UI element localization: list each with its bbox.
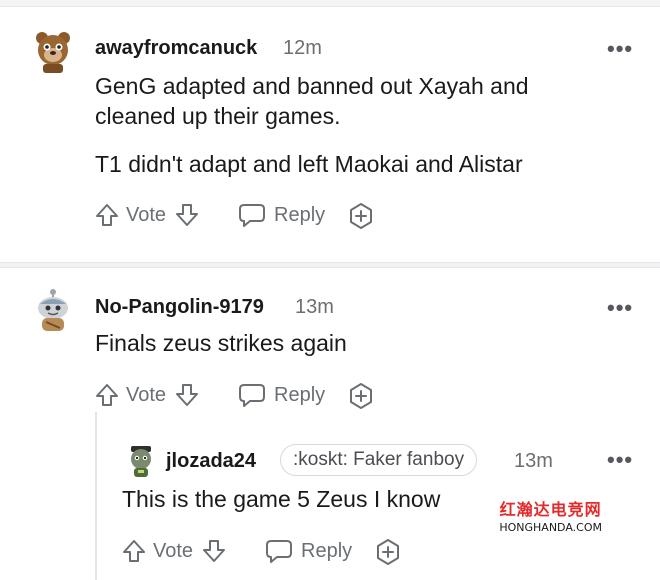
arrow-up-icon[interactable] <box>94 382 120 408</box>
arrow-up-icon[interactable] <box>94 202 120 228</box>
snoo-avatar-icon[interactable] <box>30 286 76 332</box>
speech-bubble-icon <box>239 204 265 227</box>
vote-label: Vote <box>153 539 194 562</box>
reply-button[interactable]: Reply <box>238 382 325 408</box>
plus-award-icon[interactable] <box>374 538 402 566</box>
comment-username[interactable]: jlozada24 <box>166 450 256 473</box>
vote-control: Vote <box>121 538 227 564</box>
plus-award-icon[interactable] <box>347 202 375 230</box>
thread-line[interactable] <box>95 412 97 580</box>
comment-body-paragraph: GenG adapted and banned out Xayah and cl… <box>95 73 529 129</box>
more-options-ellipsis-icon[interactable]: ••• <box>607 295 633 321</box>
arrow-up-icon[interactable] <box>121 538 147 564</box>
watermark: 红瀚达电竞网 HONGHANDA.COM <box>499 496 602 534</box>
speech-bubble-icon <box>266 540 292 563</box>
vote-label: Vote <box>126 203 167 226</box>
reply-label: Reply <box>274 383 326 406</box>
comment-body-paragraph: T1 didn't adapt and left Maokai and Alis… <box>95 151 523 177</box>
vote-control: Vote <box>94 382 200 408</box>
robot-avatar-icon[interactable] <box>124 444 158 478</box>
comment-username[interactable]: awayfromcanuck <box>95 37 257 60</box>
comment-username[interactable]: No-Pangolin-9179 <box>95 296 264 319</box>
comment-timestamp: 12m <box>283 37 322 59</box>
vote-label: Vote <box>126 383 167 406</box>
watermark-chinese-text: 红瀚达电竞网 <box>499 500 602 519</box>
comment-body-paragraph: Finals zeus strikes again <box>95 330 347 356</box>
comment-body-paragraph: This is the game 5 Zeus I know <box>122 486 441 512</box>
top-divider <box>0 0 660 7</box>
reply-label: Reply <box>301 539 353 562</box>
more-options-ellipsis-icon[interactable]: ••• <box>607 447 633 473</box>
plus-award-icon[interactable] <box>347 382 375 410</box>
vote-control: Vote <box>94 202 200 228</box>
comment-divider <box>0 262 660 268</box>
watermark-domain-text: HONGHANDA.COM <box>499 521 602 534</box>
bear-avatar-icon[interactable] <box>30 28 76 74</box>
reply-button[interactable]: Reply <box>265 538 352 564</box>
more-options-ellipsis-icon[interactable]: ••• <box>607 36 633 62</box>
speech-bubble-icon <box>239 384 265 407</box>
arrow-down-icon[interactable] <box>174 382 200 408</box>
arrow-down-icon[interactable] <box>201 538 227 564</box>
comment-timestamp: 13m <box>514 450 553 472</box>
comment-timestamp: 13m <box>295 296 334 318</box>
arrow-down-icon[interactable] <box>174 202 200 228</box>
reply-button[interactable]: Reply <box>238 202 325 228</box>
reply-label: Reply <box>274 203 326 226</box>
user-flair-badge: :koskt: Faker fanboy <box>280 444 478 476</box>
